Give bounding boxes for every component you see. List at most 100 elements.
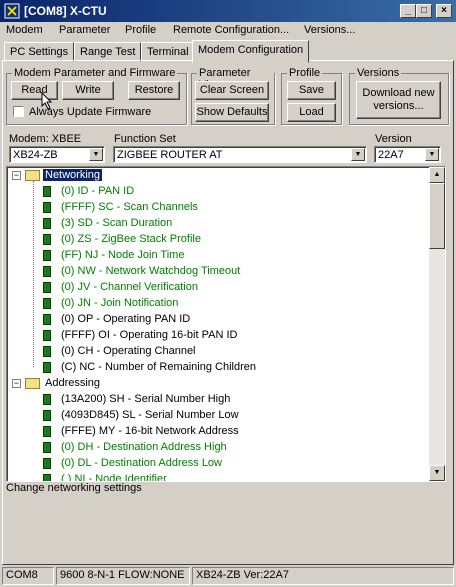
tree-parameter-item[interactable]: (0) ID - PAN ID xyxy=(61,183,134,199)
tree-parameter-item[interactable]: ( ) NI - Node Identifier xyxy=(61,471,167,482)
networking-label: Networking xyxy=(43,169,103,181)
parameter-label: (0) DL - Destination Address Low xyxy=(61,457,222,469)
parameter-leaf-icon xyxy=(43,266,51,277)
parameter-leaf-icon xyxy=(43,330,51,341)
parameter-label: (0) ID - PAN ID xyxy=(61,185,135,197)
chevron-down-icon[interactable]: ▼ xyxy=(89,148,103,161)
parameter-label: (0) JN - Join Notification xyxy=(61,297,179,309)
scroll-up-icon[interactable]: ▲ xyxy=(429,167,445,183)
menu-versions[interactable]: Versions... xyxy=(304,24,355,36)
menu-parameter[interactable]: Parameter xyxy=(59,24,110,36)
modem-select[interactable]: XB24-ZB ▼ xyxy=(9,146,105,163)
parameter-label: (FF) NJ - Node Join Time xyxy=(61,249,185,261)
parameter-label: (FFFF) OI - Operating 16-bit PAN ID xyxy=(61,329,238,341)
tab-range-test[interactable]: Range Test xyxy=(74,42,142,62)
tree-parameter-item[interactable]: (3) SD - Scan Duration xyxy=(61,215,172,231)
parameter-label: (0) OP - Operating PAN ID xyxy=(61,313,191,325)
tree-parameter-item[interactable]: (0) NW - Network Watchdog Timeout xyxy=(61,263,240,279)
app-icon xyxy=(4,3,20,19)
tree-scrollbar[interactable]: ▲ ▼ xyxy=(429,167,445,481)
tab-pc-settings[interactable]: PC Settings xyxy=(4,42,75,62)
tree-parameter-item[interactable]: (0) CH - Operating Channel xyxy=(61,343,196,359)
collapse-icon[interactable]: − xyxy=(12,171,21,180)
tree-parameter-item[interactable]: (FFFF) OI - Operating 16-bit PAN ID xyxy=(61,327,237,343)
parameter-leaf-icon xyxy=(43,474,51,481)
tree-parameter-item[interactable]: (0) ZS - ZigBee Stack Profile xyxy=(61,231,201,247)
tree-parameter-item[interactable]: (FFFF) SC - Scan Channels xyxy=(61,199,198,215)
parameter-leaf-icon xyxy=(43,234,51,245)
menu-modem[interactable]: Modem xyxy=(6,24,43,36)
tree-parameter-item[interactable]: (FF) NJ - Node Join Time xyxy=(61,247,184,263)
parameter-tree[interactable]: − Networking (0) ID - PAN ID (FFFF) SC - … xyxy=(6,166,446,482)
download-versions-button[interactable]: Download new versions... xyxy=(356,81,441,119)
tree-parameter-item[interactable]: (0) JN - Join Notification xyxy=(61,295,178,311)
tree-parameter-item[interactable]: (0) OP - Operating PAN ID xyxy=(61,311,190,327)
parameter-leaf-icon xyxy=(43,442,51,453)
write-button[interactable]: Write xyxy=(62,81,114,100)
parameter-leaf-icon xyxy=(43,362,51,373)
tab-modem-configuration[interactable]: Modem Configuration xyxy=(192,40,310,63)
parameter-leaf-icon xyxy=(43,394,51,405)
tree-parameter-item[interactable]: (0) JV - Channel Verification xyxy=(61,279,198,295)
function-set-select[interactable]: ZIGBEE ROUTER AT ▼ xyxy=(113,146,367,163)
status-port: COM8 xyxy=(6,569,38,581)
tree-parameter-item[interactable]: (0) DH - Destination Address High xyxy=(61,439,227,455)
parameter-label: ( ) NI - Node Identifier xyxy=(61,473,167,482)
clear-screen-button[interactable]: Clear Screen xyxy=(195,81,269,100)
parameter-leaf-icon xyxy=(43,298,51,309)
version-value: 22A7 xyxy=(378,149,404,161)
parameter-label: (0) ZS - ZigBee Stack Profile xyxy=(61,233,201,245)
folder-icon xyxy=(25,378,40,389)
show-defaults-button[interactable]: Show Defaults xyxy=(195,103,269,122)
tree-parameter-item[interactable]: (4093D845) SL - Serial Number Low xyxy=(61,407,239,423)
collapse-icon[interactable]: − xyxy=(12,379,21,388)
menu-remote-configuration[interactable]: Remote Configuration... xyxy=(173,24,289,36)
parameter-label: (FFFF) SC - Scan Channels xyxy=(61,201,198,213)
parameter-label: (0) CH - Operating Channel xyxy=(61,345,196,357)
parameter-leaf-icon xyxy=(43,314,51,325)
parameter-leaf-icon xyxy=(43,426,51,437)
tree-parameter-item[interactable]: (C) NC - Number of Remaining Children xyxy=(61,359,256,375)
chevron-down-icon[interactable]: ▼ xyxy=(425,148,439,161)
menu-profile[interactable]: Profile xyxy=(125,24,156,36)
parameter-leaf-icon xyxy=(43,186,51,197)
tree-parameter-item[interactable]: (FFFE) MY - 16-bit Network Address xyxy=(61,423,239,439)
load-button[interactable]: Load xyxy=(287,103,336,122)
window-title: [COM8] X-CTU xyxy=(24,4,107,18)
maximize-icon[interactable]: □ xyxy=(416,4,432,18)
version-select[interactable]: 22A7 ▼ xyxy=(374,146,441,163)
tree-node-addressing[interactable]: Addressing xyxy=(45,375,100,391)
description-text: Change networking settings xyxy=(6,482,142,494)
tree-node-networking[interactable]: Networking xyxy=(43,167,103,183)
addressing-label: Addressing xyxy=(45,377,101,389)
function-set-value: ZIGBEE ROUTER AT xyxy=(117,149,223,161)
parameter-leaf-icon xyxy=(43,218,51,229)
parameter-leaf-icon xyxy=(43,458,51,469)
description-box: Change networking settings xyxy=(6,482,450,560)
always-update-checkbox[interactable] xyxy=(13,106,24,117)
scroll-thumb[interactable] xyxy=(429,183,445,249)
tree-parameter-item[interactable]: (13A200) SH - Serial Number High xyxy=(61,391,230,407)
version-label: Version xyxy=(375,133,412,145)
parameter-leaf-icon xyxy=(43,250,51,261)
tab-terminal[interactable]: Terminal xyxy=(141,42,195,62)
scroll-down-icon[interactable]: ▼ xyxy=(429,465,445,481)
parameter-label: (4093D845) SL - Serial Number Low xyxy=(61,409,239,421)
mouse-cursor-icon xyxy=(41,92,53,110)
status-bar: COM8 9600 8-N-1 FLOW:NONE XB24-ZB Ver:22… xyxy=(0,565,456,587)
close-icon[interactable]: × xyxy=(436,4,452,18)
status-modem: XB24-ZB Ver:22A7 xyxy=(196,569,289,581)
minimize-icon[interactable]: _ xyxy=(400,4,416,18)
chevron-down-icon[interactable]: ▼ xyxy=(351,148,365,161)
modem-value: XB24-ZB xyxy=(13,149,58,161)
parameter-leaf-icon xyxy=(43,282,51,293)
parameter-label: (0) JV - Channel Verification xyxy=(61,281,198,293)
parameter-leaf-icon xyxy=(43,202,51,213)
modem-label: Modem: XBEE xyxy=(9,133,82,145)
restore-button[interactable]: Restore xyxy=(128,81,180,100)
parameter-leaf-icon xyxy=(43,346,51,357)
save-button[interactable]: Save xyxy=(287,81,336,100)
status-settings: 9600 8-N-1 FLOW:NONE xyxy=(60,569,185,581)
tree-parameter-item[interactable]: (0) DL - Destination Address Low xyxy=(61,455,222,471)
parameter-label: (0) NW - Network Watchdog Timeout xyxy=(61,265,241,277)
